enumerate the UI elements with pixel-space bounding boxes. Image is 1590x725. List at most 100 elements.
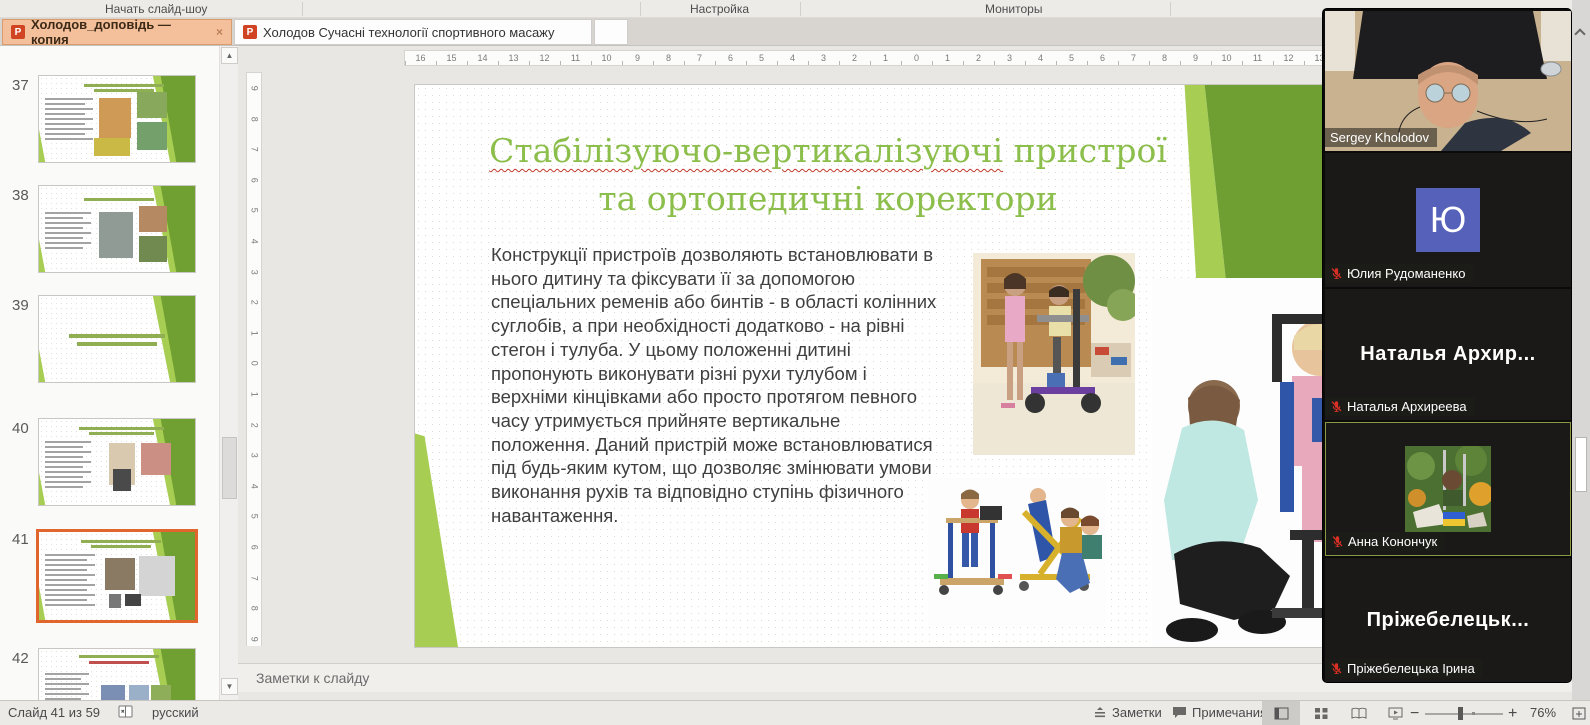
thumb-content-block [81, 540, 161, 543]
participant-tile-4[interactable]: Анна Конончук [1325, 422, 1571, 556]
thumb-content-block [137, 122, 167, 150]
slide-thumbnail-38[interactable] [38, 185, 196, 273]
thumb-content-block [139, 236, 167, 262]
fit-to-window-button[interactable] [1560, 701, 1590, 725]
ribbon-group-monitors[interactable]: Мониторы [985, 2, 1042, 16]
ribbon-separator [640, 2, 641, 16]
thumb-content-block [77, 342, 157, 346]
language-indicator[interactable]: русский [152, 705, 199, 720]
scroll-up-button[interactable]: ▲ [221, 47, 238, 64]
tab-kholodov-masazh[interactable]: P Холодов Сучасні технології спортивного… [234, 19, 592, 45]
ruler-tick: 11 [1242, 51, 1273, 65]
ruler-tick: 1 [239, 326, 270, 340]
thumb-content-block [45, 446, 83, 448]
ribbon-group-setup[interactable]: Настройка [690, 2, 749, 16]
zoom-participants-panel[interactable]: Sergey KholodovЮЮлия РудоманенкоНаталья … [1322, 8, 1572, 683]
slide-counter[interactable]: Слайд 41 из 59 [8, 705, 100, 720]
chevron-up-icon[interactable] [1574, 28, 1585, 39]
thumb-content-block [79, 427, 164, 430]
ruler-tick: 8 [239, 112, 270, 126]
ruler-tick: 1 [932, 51, 963, 65]
thumb-content-block [45, 441, 91, 443]
zoom-in-button[interactable]: + [1508, 705, 1517, 723]
slide-thumbnail-42[interactable] [38, 648, 196, 700]
slide-body-text[interactable]: Конструкції пристроїв дозволяють встанов… [491, 243, 941, 527]
ruler-tick: 9 [239, 632, 270, 646]
ruler-tick: 7 [684, 51, 715, 65]
thumb-content-block [45, 604, 95, 606]
title-rest: пристрої [1003, 131, 1167, 170]
photo-standers-pair[interactable] [928, 478, 1106, 626]
ruler-tick: 8 [653, 51, 684, 65]
ruler-tick: 1 [870, 51, 901, 65]
thumb-content-block [45, 574, 95, 576]
notes-toggle-button[interactable]: Заметки [1093, 705, 1162, 720]
ruler-tick: 12 [1273, 51, 1304, 65]
zoom-slider-track[interactable] [1425, 713, 1503, 715]
ruler-tick: 3 [994, 51, 1025, 65]
close-icon[interactable]: × [216, 25, 223, 39]
slide-thumbnail-39[interactable] [38, 295, 196, 383]
slide-thumbnail-40[interactable] [38, 418, 196, 506]
thumb-content-block [45, 98, 93, 100]
vertical-ruler: 9876543210123456789 [246, 72, 262, 654]
slide-thumbnail-37[interactable] [38, 75, 196, 163]
scrollbar-thumb[interactable] [222, 437, 237, 499]
thumb-content-block [45, 693, 89, 695]
ruler-tick: 9 [239, 81, 270, 95]
thumbnail-scrollbar[interactable]: ▲ ▼ [219, 46, 238, 700]
ribbon-group-start-slideshow[interactable]: Начать слайд-шоу [105, 2, 207, 16]
thumb-content-block [45, 133, 85, 135]
thumb-content-block [79, 655, 159, 658]
reading-view-button[interactable] [1340, 701, 1378, 725]
thumb-content-block [45, 451, 91, 453]
slide-canvas[interactable]: Стабілізуючо-вертикалізуючі пристрої та … [415, 85, 1371, 647]
ruler-tick: 16 [405, 51, 436, 65]
participant-tile-5[interactable]: Пріжебелецьк...Пріжебелецька Ірина [1325, 558, 1571, 682]
thumb-content-block [45, 476, 83, 478]
thumb-content-block [45, 123, 85, 125]
zoom-out-button[interactable]: − [1410, 705, 1419, 723]
powerpoint-file-icon: P [11, 25, 25, 39]
title-line2: та ортопедичні коректори [443, 175, 1213, 223]
participant-tile-3[interactable]: Наталья Архир...Наталья Архиреева [1325, 289, 1571, 420]
thumb-content-block [45, 559, 87, 561]
ruler-tick: 6 [715, 51, 746, 65]
participant-tile-2[interactable]: ЮЮлия Рудоманенко [1325, 153, 1571, 287]
comments-toggle-button[interactable]: Примечания [1172, 705, 1267, 720]
ruler-tick: 4 [239, 479, 270, 493]
slide-thumbnail-41[interactable] [36, 529, 198, 623]
thumb-content-block [45, 678, 81, 680]
ruler-tick: 8 [239, 601, 270, 615]
thumb-content-block [45, 138, 93, 140]
zoom-percentage[interactable]: 76% [1530, 705, 1556, 720]
slide-sorter-view-button[interactable] [1302, 701, 1340, 725]
muted-mic-icon [1330, 400, 1343, 413]
ruler-tick: 15 [436, 51, 467, 65]
zoom-slider-thumb[interactable] [1458, 707, 1463, 720]
participant-tile-1[interactable]: Sergey Kholodov [1325, 11, 1571, 151]
tab-stub[interactable] [594, 19, 628, 45]
thumb-content-block [45, 217, 83, 219]
normal-view-button[interactable] [1262, 701, 1300, 725]
thumb-content-block [45, 222, 91, 224]
thumb-content-block [45, 108, 93, 110]
photo-stander-indoor[interactable] [973, 253, 1135, 455]
ruler-tick: 7 [239, 142, 270, 156]
tab-kholodov-dopovid[interactable]: P Холодов_доповідь — копия × [2, 19, 232, 45]
participant-name-label: Наталья Архиреева [1325, 397, 1475, 416]
thumb-content-block [139, 206, 167, 232]
ruler-tick: 0 [239, 357, 270, 371]
scrollbar-thumb[interactable] [1575, 437, 1587, 492]
spellcheck-icon[interactable] [118, 705, 134, 719]
participant-name-label: Пріжебелецька Ірина [1325, 659, 1483, 678]
ruler-tick: 9 [622, 51, 653, 65]
scroll-down-button[interactable]: ▼ [221, 678, 238, 695]
slide-title[interactable]: Стабілізуючо-вертикалізуючі пристрої та … [443, 127, 1213, 223]
ruler-tick: 8 [1149, 51, 1180, 65]
thumb-content-block [45, 471, 91, 473]
thumb-content-block [45, 456, 83, 458]
thumb-content-block [45, 247, 83, 249]
slideshow-view-button[interactable] [1376, 701, 1414, 725]
window-right-scrollbar[interactable] [1572, 0, 1590, 700]
